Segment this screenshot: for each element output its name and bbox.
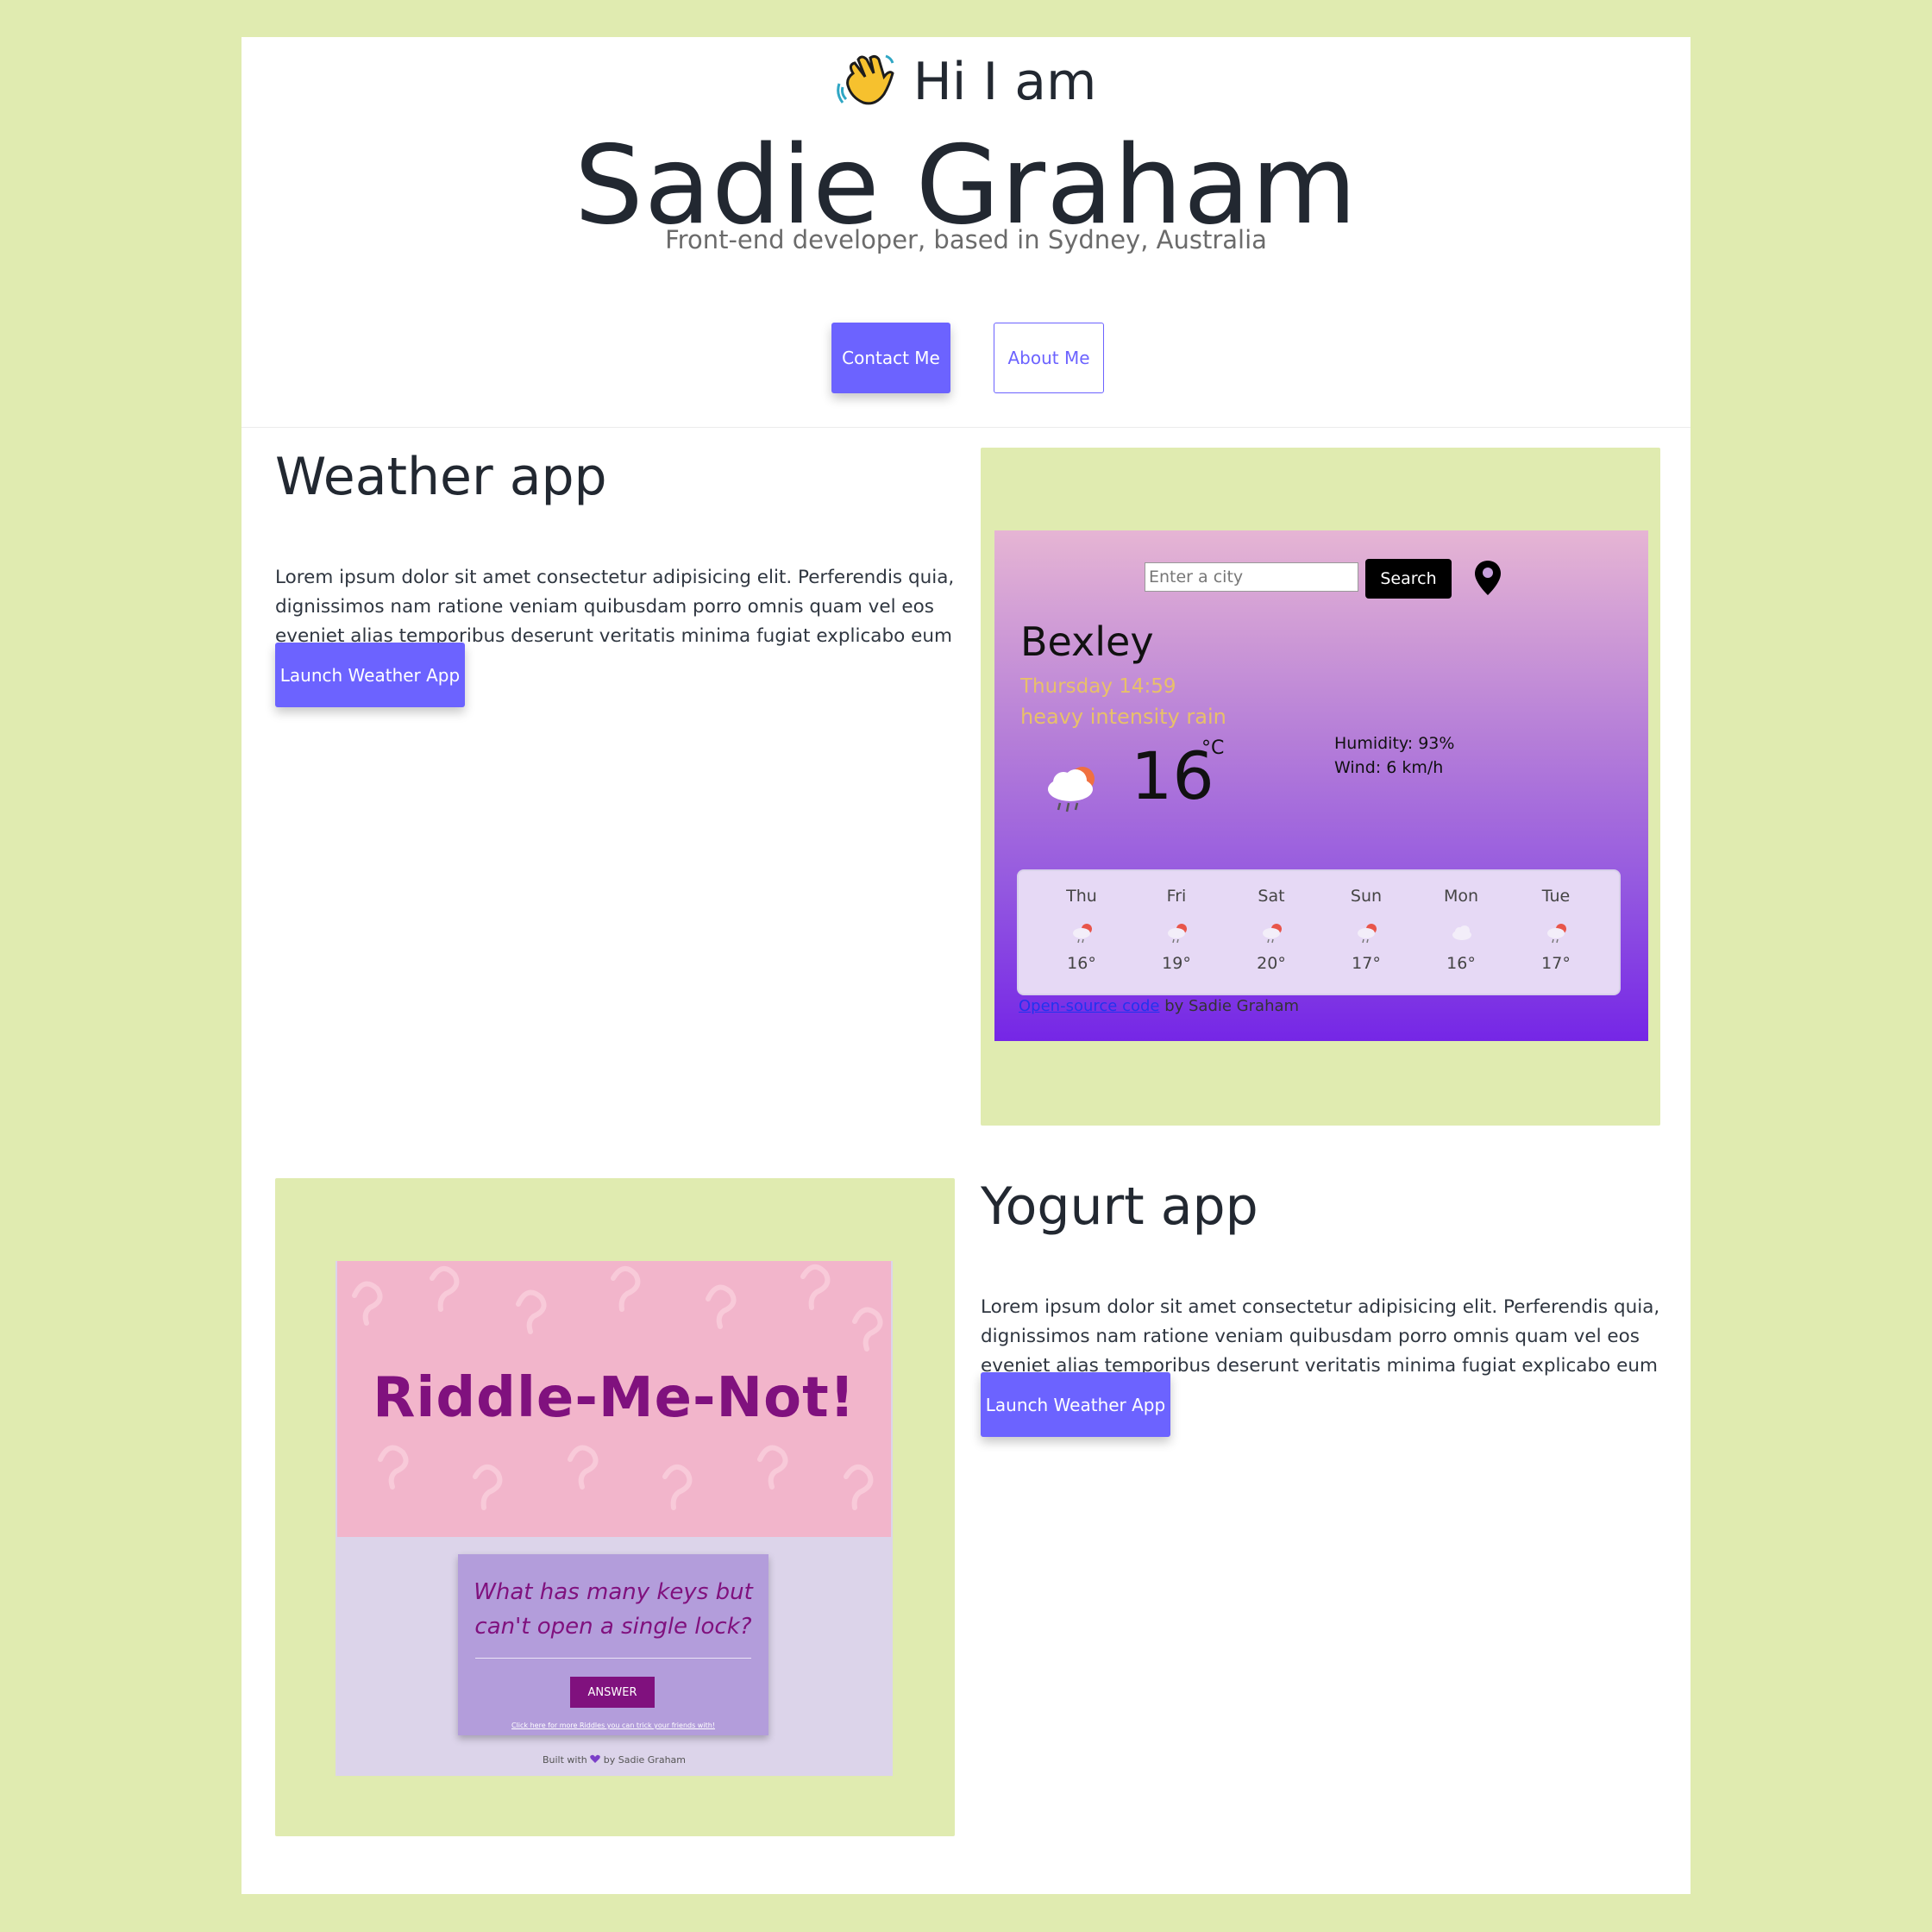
forecast-day-name: Sat [1258, 887, 1285, 906]
forecast-temp: 16° [1446, 954, 1476, 973]
riddle-question: What has many keys but can't open a sing… [474, 1579, 753, 1640]
weather-description: heavy intensity rain [1020, 705, 1226, 729]
forecast-temp: 19° [1162, 954, 1191, 973]
forecast-panel: Thu 16° Fri 19° Sat 20° Sun 17° Mon 16° … [1017, 869, 1621, 995]
forecast-temp: 17° [1352, 954, 1381, 973]
about-me-button[interactable]: About Me [994, 323, 1104, 393]
riddle-footer-before: Built with [542, 1754, 591, 1766]
more-riddles-link: Click here for more Riddles you can tric… [511, 1722, 715, 1729]
rain-icon [1358, 924, 1377, 944]
wind-value: Wind: 6 km/h [1334, 758, 1444, 777]
weather-app-screenshot: Enter a city Search Bexley Thursday 14:5… [994, 530, 1648, 1041]
open-source-link: Open-source code [1019, 997, 1160, 1015]
forecast-day-name: Sun [1350, 887, 1383, 906]
hero-section: Hi I am Sadie Graham Front-end developer… [242, 37, 1690, 427]
riddle-card: What has many keys but can't open a sing… [458, 1554, 768, 1735]
weather-datetime: Thursday 14:59 [1020, 675, 1176, 698]
riddle-title: Riddle-Me-Not! [373, 1366, 856, 1430]
hero-divider [242, 427, 1690, 428]
forecast-temp: 17° [1541, 954, 1571, 973]
forecast-temp: 20° [1257, 954, 1286, 973]
forecast-day-name: Mon [1443, 887, 1479, 906]
forecast-temp: 16° [1067, 954, 1096, 973]
rain-cloud-sun-icon [1048, 767, 1095, 812]
launch-yogurt-app-button[interactable]: Launch Weather App [981, 1372, 1170, 1437]
riddle-footer: Built with by Sadie Graham [336, 1754, 893, 1766]
cloud-icon [1452, 925, 1471, 940]
riddle-app-screenshot: Riddle-Me-Not! What has many keys but ca… [336, 1261, 893, 1776]
greeting: Hi I am [242, 47, 1690, 115]
forecast-day-name: Tue [1541, 887, 1571, 906]
answer-button: ANSWER [570, 1677, 655, 1708]
location-pin-icon [1475, 561, 1501, 595]
portfolio-page: Hi I am Sadie Graham Front-end developer… [242, 37, 1690, 1894]
weather-app-preview-frame[interactable]: Enter a city Search Bexley Thursday 14:5… [981, 448, 1660, 1126]
waving-hand-icon [836, 54, 894, 105]
riddle-app-preview-frame[interactable]: Riddle-Me-Not! What has many keys but ca… [275, 1178, 955, 1836]
rain-icon [1263, 924, 1282, 944]
riddle-footer-after: by Sadie Graham [600, 1754, 686, 1766]
city-search-input: Enter a city [1145, 562, 1358, 592]
tagline: Front-end developer, based in Sydney, Au… [665, 225, 1267, 254]
weather-footer-text: by Sadie Graham [1159, 997, 1300, 1015]
contact-me-button[interactable]: Contact Me [831, 323, 950, 393]
riddle-header: Riddle-Me-Not! [337, 1261, 891, 1537]
weather-app-title: Weather app [275, 447, 607, 507]
forecast-day-name: Fri [1166, 887, 1187, 906]
forecast-day-name: Thu [1066, 887, 1097, 906]
humidity-value: Humidity: 93% [1334, 734, 1455, 753]
riddle-divider [475, 1658, 751, 1659]
rain-icon [1547, 924, 1566, 944]
rain-icon [1073, 924, 1092, 944]
weather-footer: Open-source code by Sadie Graham [1019, 997, 1299, 1015]
launch-weather-app-button[interactable]: Launch Weather App [275, 643, 465, 707]
heart-icon [590, 1754, 601, 1763]
city-name: Bexley [1020, 618, 1154, 665]
yogurt-app-title: Yogurt app [981, 1176, 1258, 1237]
greeting-text: Hi I am [913, 52, 1097, 112]
search-button: Search [1365, 559, 1452, 599]
temperature-unit: °C [1201, 737, 1225, 759]
rain-icon [1168, 924, 1187, 944]
